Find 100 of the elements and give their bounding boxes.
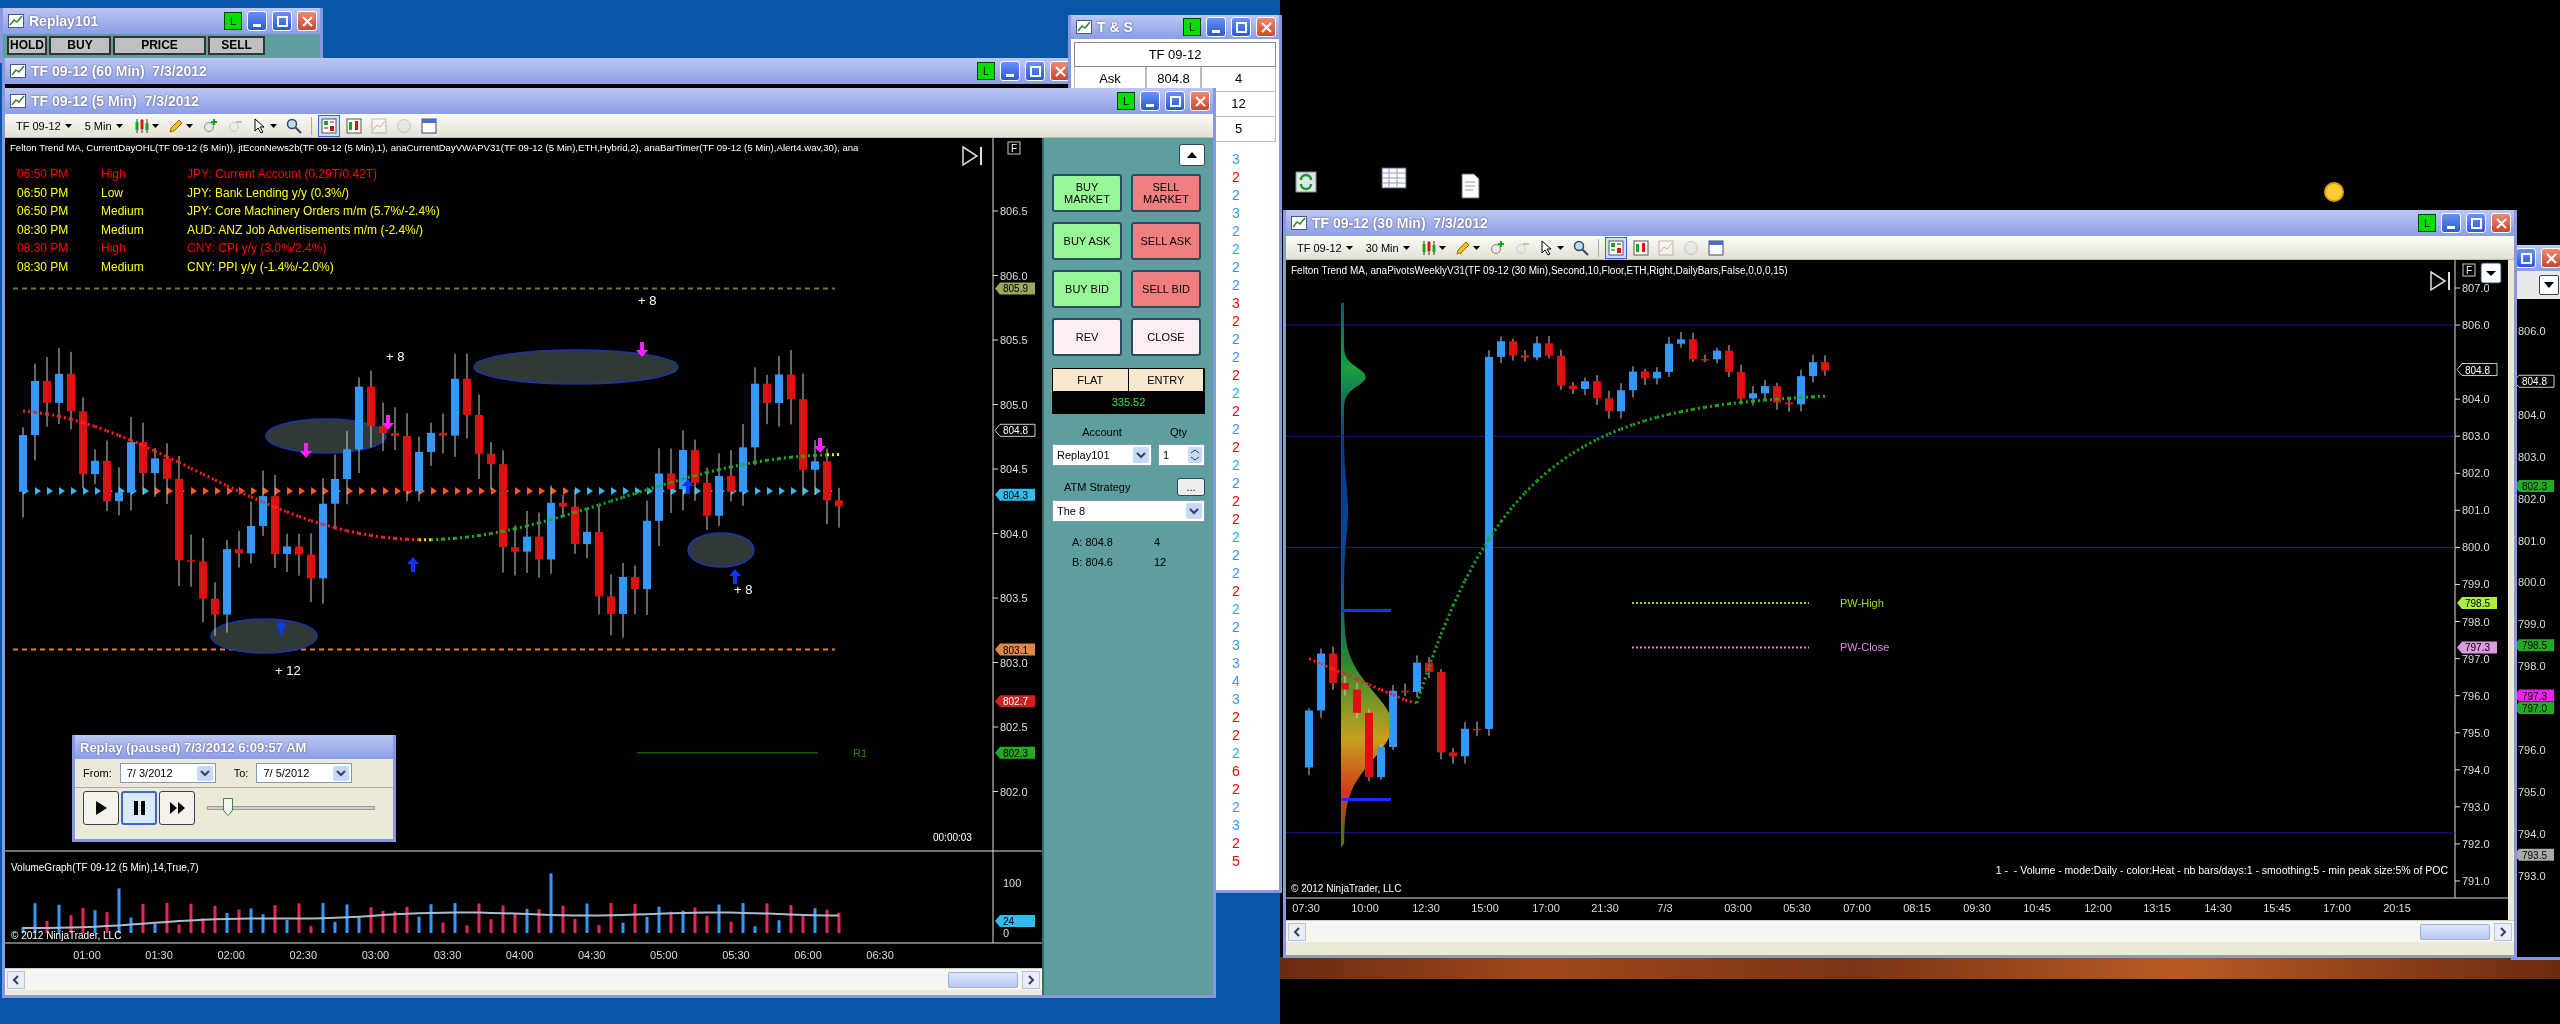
price-axis-label: 797.0 <box>2462 652 2490 665</box>
trade-size: 2 <box>1232 726 1240 744</box>
price-marker-label: 802.3 <box>1003 747 1029 759</box>
quote-price: A: 804.8 <box>1072 536 1114 548</box>
trade-size: 2 <box>1232 384 1240 402</box>
status-badge: L <box>2418 214 2436 232</box>
price-marker-label: 805.9 <box>1003 283 1029 295</box>
trade-size: 2 <box>1232 744 1240 762</box>
price-axis-label: 799.0 <box>2518 618 2546 631</box>
news-impact: High <box>101 241 126 255</box>
sell-button[interactable]: SELL ASK <box>1131 222 1201 260</box>
trade-size: 2 <box>1232 348 1240 366</box>
price-axis-label: 805.5 <box>1000 334 1028 346</box>
time-axis-label: 08:15 <box>1903 902 1931 914</box>
price-axis-label: 796.0 <box>2518 744 2546 756</box>
window-title: TF 09-12 (30 Min) 7/3/2012 <box>1312 215 1489 231</box>
sell-button[interactable]: SELL BID <box>1131 270 1201 308</box>
window-title: TF 09-12 (60 Min) 7/3/2012 <box>31 63 208 79</box>
price-axis-label: 795.0 <box>2518 785 2546 798</box>
interval-dropdown[interactable]: 30 Min <box>1360 237 1415 258</box>
quantity-label: Qty <box>1168 426 1189 438</box>
news-time: 08:30 PM <box>17 222 69 237</box>
trade-size: 5 <box>1232 852 1240 870</box>
price-axis-label: 800.0 <box>2462 541 2490 554</box>
price-axis-label: 802.0 <box>2462 467 2490 480</box>
time-axis-label: 14:30 <box>2204 902 2232 914</box>
column-header: HOLD <box>7 36 47 55</box>
price-axis-label: 804.0 <box>2518 408 2546 421</box>
price-marker-label: 797.0 <box>2522 703 2548 715</box>
instrument-dropdown[interactable]: TF 09-12 <box>11 115 77 136</box>
volume-axis-label: 0 <box>1003 927 1010 939</box>
trade-size: 2 <box>1232 438 1240 456</box>
time-axis-label: 21:30 <box>1591 902 1619 914</box>
buy-button[interactable]: BUY BID <box>1052 270 1122 308</box>
time-axis-label: 03:00 <box>361 949 390 961</box>
price-axis-label: 806.0 <box>2462 319 2490 332</box>
column-header: SELL <box>208 36 265 55</box>
time-axis-label: 15:00 <box>1471 902 1499 914</box>
interval-dropdown[interactable]: 5 Min <box>79 115 128 136</box>
time-axis-label: 07:30 <box>1292 902 1320 914</box>
price-axis-label: 791.0 <box>2462 874 2490 887</box>
trade-size: 4 <box>1232 672 1240 690</box>
bar-timer: 00:00:03 <box>933 832 972 843</box>
news-time: 06:50 PM <box>17 204 69 218</box>
trade-annotation: + 8 <box>638 293 657 308</box>
account-label: Account <box>1081 426 1123 438</box>
action-button[interactable]: CLOSE <box>1131 318 1201 356</box>
to-label: To: <box>233 767 249 779</box>
f-button[interactable]: F <box>2462 263 2476 277</box>
price-axis-label: 804.0 <box>1000 527 1028 540</box>
f-button[interactable]: F <box>1007 141 1021 155</box>
trade-size: 2 <box>1232 366 1240 384</box>
time-axis-label: 05:30 <box>1783 902 1811 914</box>
trade-size: 2 <box>1232 708 1240 726</box>
trade-size: 2 <box>1232 240 1240 258</box>
quote-size: 4 <box>1154 536 1162 548</box>
price-axis-label: 806.5 <box>1000 205 1028 217</box>
price-axis-label: 796.0 <box>2462 689 2490 702</box>
action-button[interactable]: REV <box>1052 318 1122 356</box>
price-axis-label: 794.0 <box>2518 827 2546 840</box>
buy-button[interactable]: BUY ASK <box>1052 222 1122 260</box>
buy-button[interactable]: BUY MARKET <box>1052 174 1122 212</box>
sell-button[interactable]: SELL MARKET <box>1131 174 1201 212</box>
profile-settings-text: 1 - - Volume - mode:Daily - color:Heat - nb bars/days:1 - smoothing:5 - min peak size:5% of POC <box>1995 864 2448 876</box>
time-axis-label: 06:30 <box>866 949 894 961</box>
trade-size: 6 <box>1232 762 1240 780</box>
quantity-field[interactable]: 1 <box>1158 444 1205 466</box>
price-axis-label: 806.0 <box>1000 269 1028 282</box>
window-title: TF 09-12 (5 Min) 7/3/2012 <box>31 93 201 109</box>
instrument-dropdown[interactable]: TF 09-12 <box>1292 237 1358 258</box>
trade-size: 2 <box>1232 330 1240 348</box>
status-badge: L <box>1183 18 1201 36</box>
account-dropdown[interactable]: Replay101 <box>1052 444 1152 466</box>
time-axis-label: 15:45 <box>2263 902 2291 914</box>
price-axis-label: 803.0 <box>2518 450 2546 463</box>
price-marker-label: 803.1 <box>1003 644 1029 656</box>
volume-indicator-label: VolumeGraph(TF 09-12 (5 Min),14,True,7) <box>11 862 199 873</box>
news-event: JPY: Bank Lending y/y (0.3%/) <box>187 185 350 200</box>
trade-size: 2 <box>1232 402 1240 420</box>
atm-strategy-dropdown[interactable]: The 8 <box>1052 500 1205 522</box>
from-date-picker[interactable]: 7/ 3/2012 <box>119 763 216 783</box>
time-axis-label: 02:00 <box>217 949 245 961</box>
trade-size: 2 <box>1232 312 1240 330</box>
trade-size: 3 <box>1232 636 1240 654</box>
more-button[interactable]: ... <box>1177 478 1205 496</box>
trade-annotation: + 8 <box>734 582 753 597</box>
time-axis-label: 17:00 <box>1532 902 1560 914</box>
to-date-picker[interactable]: 7/ 5/2012 <box>256 763 353 783</box>
column-header: BUY <box>49 36 111 55</box>
pivot-label: R1 <box>853 746 868 759</box>
price-marker-label: 797.3 <box>2465 642 2491 654</box>
volume-axis-label: 100 <box>1003 877 1022 889</box>
trade-size: 2 <box>1232 276 1240 294</box>
trade-size: 2 <box>1232 510 1240 528</box>
trade-size: 2 <box>1232 564 1240 582</box>
indicator-list: Felton Trend MA, CurrentDayOHL(TF 09-12 (5 Min)), jtEconNews2b(TF 09-12 (5 Min),1), anaCurrentDayVWAPV31(TF 09-12 (5 Min),ETH,Hybrid,2), anaBarTimer(TF 09-12 (5 Min),Alert4.wav,30), ana <box>10 142 859 153</box>
level-label: PW-Close <box>1840 641 1890 654</box>
trade-size: 3 <box>1232 690 1240 708</box>
copyright-text: © 2012 NinjaTrader, LLC <box>11 930 122 941</box>
price-axis-label: 802.0 <box>2518 492 2546 505</box>
